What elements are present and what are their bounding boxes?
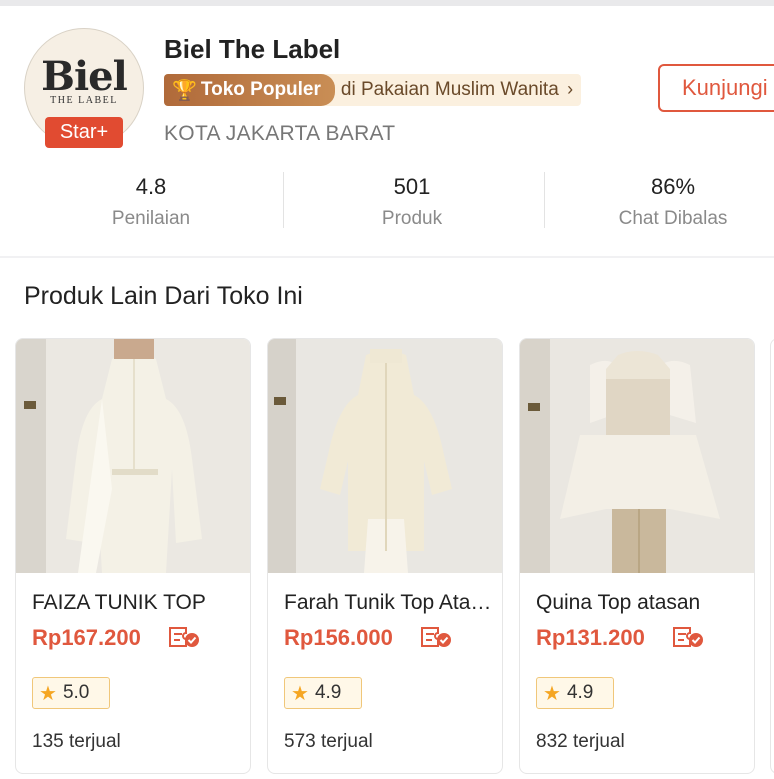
stat-label: Produk: [381, 208, 443, 229]
product-card[interactable]: Farah Tunik Top Atasan Rp156.000 ★ 4.9 5…: [267, 338, 503, 774]
rating-value: 5.0: [62, 682, 90, 703]
product-name: Quina Top atasan: [536, 591, 701, 614]
rating-badge: ★ 5.0: [32, 677, 110, 709]
stat-value: 501: [393, 174, 431, 199]
popular-category-text: di Pakaian Muslim Wanita: [340, 79, 559, 100]
star-icon: ★: [543, 682, 561, 705]
rating-value: 4.9: [314, 682, 342, 703]
product-price: Rp167.200: [32, 625, 141, 650]
product-card[interactable]: FAIZA TUNIK TOP Rp167.200 ★ 5.0 135 terj…: [15, 338, 251, 774]
section-title: Produk Lain Dari Toko Ini: [24, 282, 303, 310]
stat-chat-reply: 86% Chat Dibalas: [544, 166, 774, 230]
sold-count: 832 terjual: [536, 731, 625, 752]
popular-label: 🏆 Toko Populer: [164, 74, 335, 106]
chevron-right-icon: ›: [567, 79, 574, 99]
other-products-section: Produk Lain Dari Toko Ini FAIZA TUNIK TO…: [0, 258, 774, 779]
shop-stats: 4.8 Penilaian 501 Produk 86% Chat Dibala…: [0, 166, 774, 236]
popular-shop-badge[interactable]: 🏆 Toko Populer di Pakaian Muslim Wanita …: [164, 74, 582, 106]
stat-rating: 4.8 Penilaian: [22, 166, 280, 230]
star-icon: ★: [39, 682, 57, 705]
coupon-icon: [672, 625, 704, 649]
stat-label: Penilaian: [111, 208, 191, 229]
coupon-icon: [168, 625, 200, 649]
shop-logo-subtext: THE LABEL: [50, 95, 118, 106]
stat-value: 86%: [650, 174, 696, 199]
shop-name[interactable]: Biel The Label: [164, 34, 340, 65]
product-image[interactable]: [16, 339, 250, 573]
coupon-icon: [420, 625, 452, 649]
shop-header: Biel THE LABEL Star+ Biel The Label 🏆 To…: [0, 6, 774, 256]
rating-value: 4.9: [566, 682, 594, 703]
stat-products: 501 Produk: [283, 166, 541, 230]
popular-category: di Pakaian Muslim Wanita ›: [335, 79, 581, 101]
product-name: FAIZA TUNIK TOP: [32, 591, 206, 614]
rating-badge: ★ 4.9: [284, 677, 362, 709]
product-image[interactable]: [520, 339, 754, 573]
product-price: Rp156.000: [284, 625, 393, 650]
product-image[interactable]: [268, 339, 502, 573]
stat-label: Chat Dibalas: [618, 208, 728, 229]
rating-badge: ★ 4.9: [536, 677, 614, 709]
shop-logo-text: Biel: [41, 53, 128, 100]
product-price: Rp131.200: [536, 625, 645, 650]
product-card[interactable]: Quina Top atasan Rp131.200 ★ 4.9 832 ter…: [519, 338, 755, 774]
sold-count: 135 terjual: [32, 731, 121, 752]
product-name: Farah Tunik Top Atasan: [284, 591, 494, 614]
visit-shop-button[interactable]: Kunjungi: [658, 64, 774, 112]
star-plus-badge: Star+: [45, 117, 123, 148]
popular-text: Toko Populer: [200, 79, 321, 100]
next-product-card-peek[interactable]: [770, 338, 774, 774]
trophy-icon: 🏆: [172, 79, 197, 102]
shop-city: KOTA JAKARTA BARAT: [164, 122, 396, 145]
stat-value: 4.8: [135, 174, 167, 199]
sold-count: 573 terjual: [284, 731, 373, 752]
star-icon: ★: [291, 682, 309, 705]
